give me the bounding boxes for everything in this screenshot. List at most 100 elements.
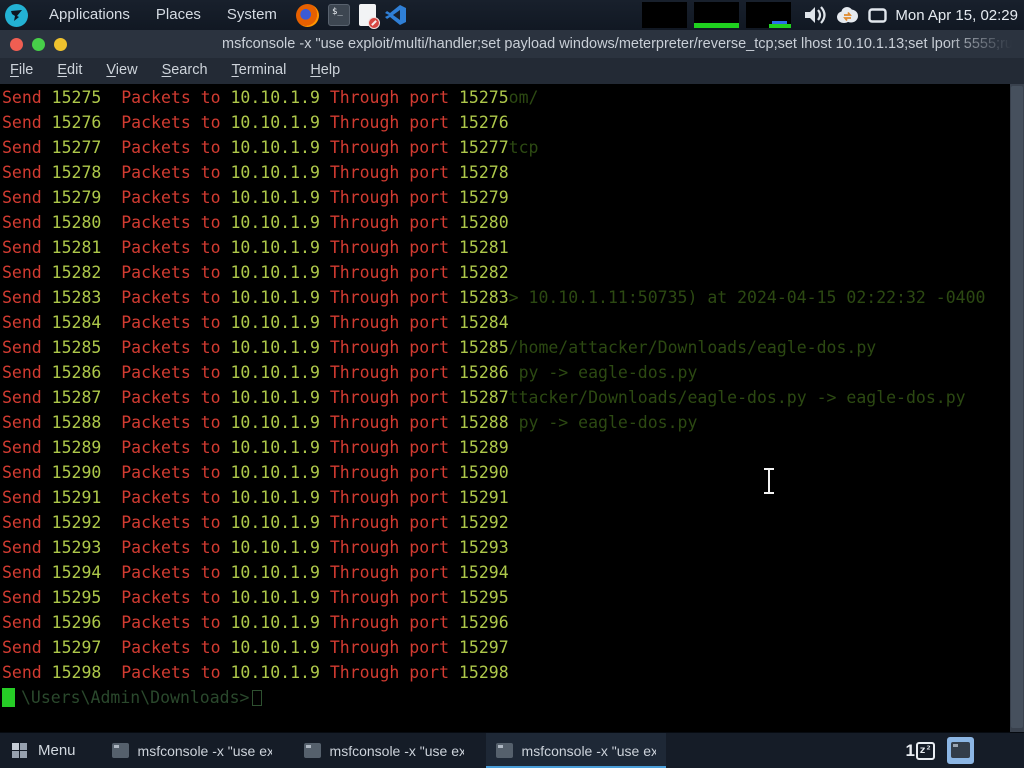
- taskbar-menu-button[interactable]: Menu: [0, 733, 90, 768]
- terminal-line: Send 15291 Packets to 10.10.1.9 Through …: [2, 485, 1024, 510]
- port-number: 15298: [459, 663, 509, 682]
- packet-count: 15280: [52, 213, 102, 232]
- menubar-item-search[interactable]: Search: [150, 58, 220, 84]
- terminal-line: Send 15298 Packets to 10.10.1.9 Through …: [2, 660, 1024, 685]
- terminal-line: Send 15292 Packets to 10.10.1.9 Through …: [2, 510, 1024, 535]
- menubar-item-file[interactable]: File: [0, 58, 45, 84]
- sleep-indicator-icon[interactable]: 1 z²: [906, 739, 935, 763]
- taskbar-item[interactable]: msfconsole -x "use ex…: [294, 733, 474, 768]
- packet-count: 15290: [52, 463, 102, 482]
- window-controls: [0, 38, 67, 51]
- target-ip: 10.10.1.9: [230, 238, 319, 257]
- port-number: 15279: [459, 188, 509, 207]
- terminal-line: Send 15277 Packets to 10.10.1.9 Through …: [2, 135, 1024, 160]
- title-fade: [944, 30, 1024, 58]
- terminal-line: Send 15297 Packets to 10.10.1.9 Through …: [2, 635, 1024, 660]
- maximize-button[interactable]: [32, 38, 45, 51]
- vscode-icon[interactable]: [385, 4, 407, 26]
- sleep-indicator-glyph: z²: [916, 742, 935, 760]
- packet-count: 15298: [52, 663, 102, 682]
- target-ip: 10.10.1.9: [230, 513, 319, 532]
- port-number: 15296: [459, 613, 509, 632]
- ghost-text: > 10.10.1.11:50735) at 2024-04-15 02:22:…: [509, 288, 986, 307]
- packet-count: 15279: [52, 188, 102, 207]
- close-button[interactable]: [10, 38, 23, 51]
- port-number: 15285: [459, 338, 509, 357]
- taskbar-menu-label: Menu: [38, 742, 76, 759]
- terminal-icon: [496, 743, 513, 758]
- terminal-scrollbar[interactable]: [1010, 84, 1024, 732]
- port-number: 15287: [459, 388, 509, 407]
- packet-count: 15283: [52, 288, 102, 307]
- target-ip: 10.10.1.9: [230, 188, 319, 207]
- tray-icons: [803, 4, 887, 26]
- target-ip: 10.10.1.9: [230, 338, 319, 357]
- taskbar-item[interactable]: msfconsole -x "use ex…: [102, 733, 282, 768]
- packet-count: 15292: [52, 513, 102, 532]
- port-number: 15293: [459, 538, 509, 557]
- text-editor-icon[interactable]: [359, 4, 376, 26]
- terminal-line: Send 15288 Packets to 10.10.1.9 Through …: [2, 410, 1024, 435]
- desktop: Applications Places System $_: [0, 0, 1024, 768]
- target-ip: 10.10.1.9: [230, 413, 319, 432]
- menubar-item-edit[interactable]: Edit: [45, 58, 94, 84]
- memory-monitor-graph[interactable]: [694, 2, 739, 28]
- terminal-line: Send 15290 Packets to 10.10.1.9 Through …: [2, 460, 1024, 485]
- cpu-monitor-graph[interactable]: [642, 2, 687, 28]
- mouse-cursor-ibeam: [761, 466, 777, 496]
- port-number: 15282: [459, 263, 509, 282]
- target-ip: 10.10.1.9: [230, 388, 319, 407]
- terminal-line: Send 15279 Packets to 10.10.1.9 Through …: [2, 185, 1024, 210]
- port-number: 15290: [459, 463, 509, 482]
- minimize-button[interactable]: [54, 38, 67, 51]
- terminal-line: Send 15283 Packets to 10.10.1.9 Through …: [2, 285, 1024, 310]
- packet-count: 15297: [52, 638, 102, 657]
- menu-grid-icon: [12, 743, 27, 758]
- port-number: 15283: [459, 288, 509, 307]
- packet-count: 15278: [52, 163, 102, 182]
- panel-menu-system[interactable]: System: [214, 0, 290, 30]
- ghost-text: py -> eagle-dos.py: [509, 363, 698, 382]
- target-ip: 10.10.1.9: [230, 638, 319, 657]
- terminal-line: Send 15282 Packets to 10.10.1.9 Through …: [2, 260, 1024, 285]
- packet-count: 15275: [52, 88, 102, 107]
- sleep-indicator-badge: 1: [906, 739, 915, 763]
- tray-terminal-active-icon[interactable]: [947, 737, 974, 764]
- port-number: 15292: [459, 513, 509, 532]
- taskbar-tray: 1 z²: [906, 733, 1024, 768]
- packet-count: 15282: [52, 263, 102, 282]
- firefox-icon[interactable]: [296, 4, 319, 27]
- menubar-item-view[interactable]: View: [94, 58, 149, 84]
- ghost-cursor: [252, 690, 262, 706]
- target-ip: 10.10.1.9: [230, 663, 319, 682]
- taskbar-item[interactable]: msfconsole -x "use ex…: [486, 733, 666, 768]
- volume-icon[interactable]: [803, 4, 827, 26]
- terminal-line: Send 15286 Packets to 10.10.1.9 Through …: [2, 360, 1024, 385]
- terminal-menubar: FileEditViewSearchTerminalHelp: [0, 58, 1024, 84]
- target-ip: 10.10.1.9: [230, 613, 319, 632]
- menubar-item-help[interactable]: Help: [298, 58, 352, 84]
- port-number: 15278: [459, 163, 509, 182]
- port-number: 15288: [459, 413, 509, 432]
- terminal-line: Send 15293 Packets to 10.10.1.9 Through …: [2, 535, 1024, 560]
- terminal-output: Send 15275 Packets to 10.10.1.9 Through …: [0, 84, 1024, 710]
- port-number: 15297: [459, 638, 509, 657]
- scrollbar-thumb[interactable]: [1011, 86, 1023, 728]
- panel-menu-applications[interactable]: Applications: [36, 0, 143, 30]
- terminal-line: Send 15285 Packets to 10.10.1.9 Through …: [2, 335, 1024, 360]
- network-monitor-graph[interactable]: [746, 2, 791, 28]
- panel-menu-places[interactable]: Places: [143, 0, 214, 30]
- parrot-menu-logo[interactable]: [5, 4, 28, 27]
- ghost-text: ttacker/Downloads/eagle-dos.py -> eagle-…: [509, 388, 966, 407]
- menubar-item-terminal[interactable]: Terminal: [220, 58, 299, 84]
- clock[interactable]: Mon Apr 15, 02:29: [895, 7, 1018, 24]
- terminal-window[interactable]: Send 15275 Packets to 10.10.1.9 Through …: [0, 84, 1024, 732]
- target-ip: 10.10.1.9: [230, 313, 319, 332]
- target-ip: 10.10.1.9: [230, 163, 319, 182]
- cloud-sync-icon[interactable]: [835, 6, 860, 24]
- terminal-icon[interactable]: $_: [328, 4, 350, 26]
- display-icon[interactable]: [868, 8, 887, 23]
- port-number: 15284: [459, 313, 509, 332]
- ghost-text: tcp: [509, 138, 539, 157]
- target-ip: 10.10.1.9: [230, 288, 319, 307]
